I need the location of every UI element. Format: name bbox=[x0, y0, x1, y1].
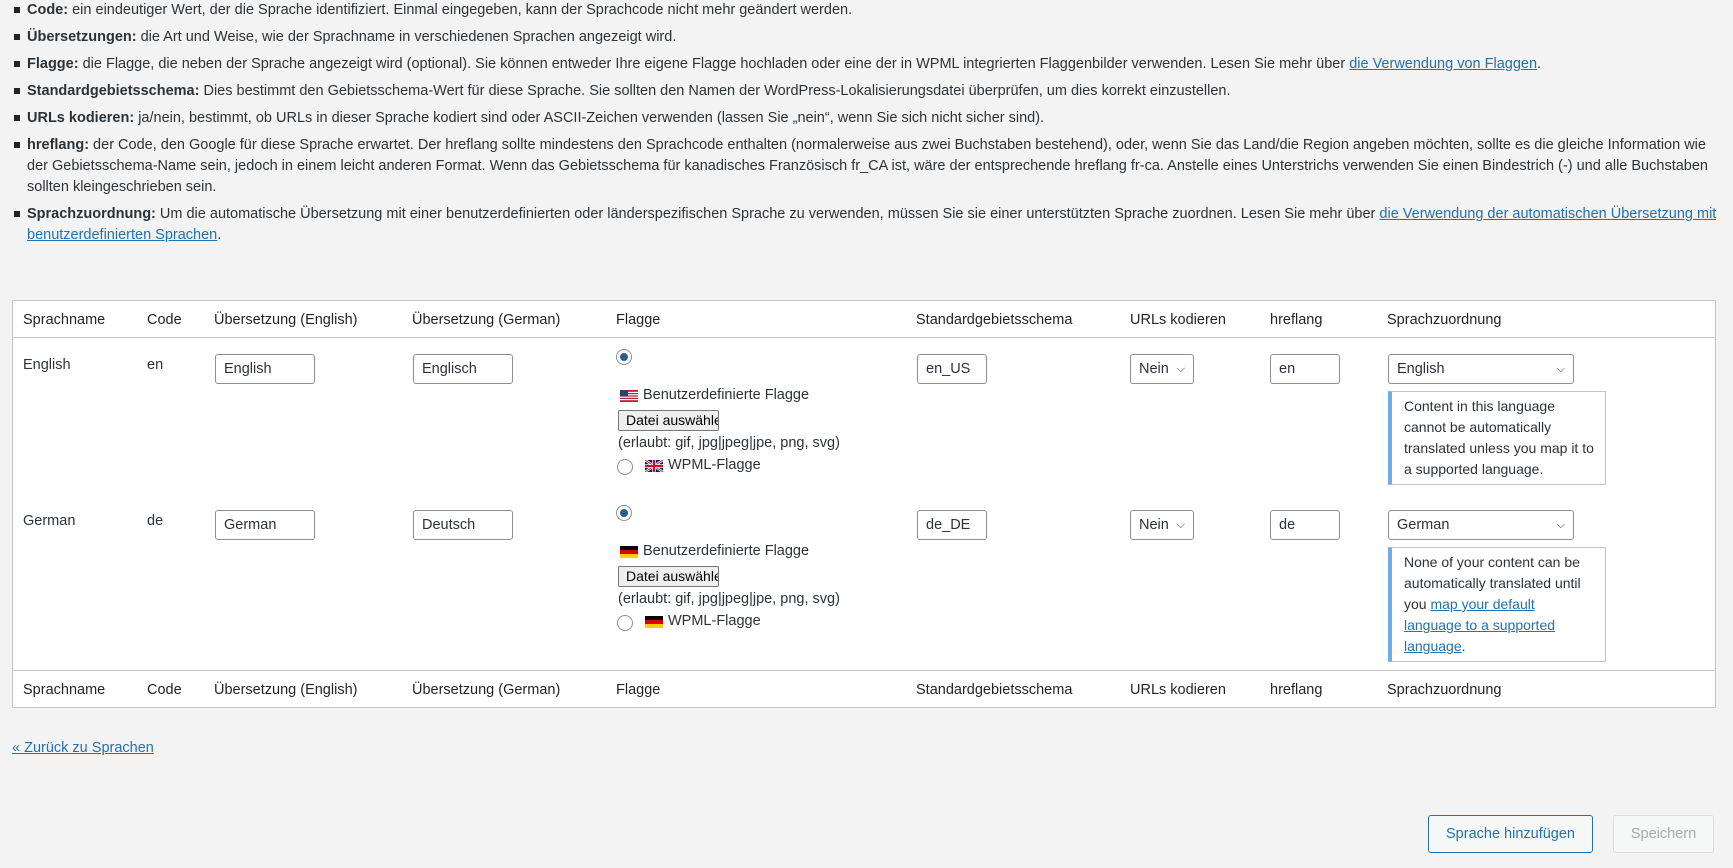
chevron-down-icon: ⌵ bbox=[1556, 363, 1565, 375]
language-mapping-select[interactable]: German ⌵ bbox=[1388, 510, 1574, 540]
col-code: Code bbox=[147, 312, 182, 328]
save-button[interactable]: Speichern bbox=[1613, 815, 1714, 853]
col-name: Sprachname bbox=[23, 312, 106, 328]
chevron-down-icon: ⌵ bbox=[1176, 363, 1185, 375]
hreflang-input[interactable] bbox=[1270, 354, 1340, 384]
us-flag-icon bbox=[620, 390, 638, 402]
col-locale: Standardgebietsschema bbox=[916, 682, 1073, 698]
wpml-flag-radio[interactable] bbox=[617, 459, 633, 475]
mapping-notice: Content in this language cannot be autom… bbox=[1388, 391, 1606, 485]
col-mapping: Sprachzuordnung bbox=[1387, 682, 1502, 698]
custom-flag-radio[interactable] bbox=[616, 349, 632, 365]
help-item-translations: Übersetzungen: die Art und Weise, wie de… bbox=[12, 27, 1722, 48]
add-language-button[interactable]: Sprache hinzufügen bbox=[1428, 815, 1593, 853]
choose-file-button[interactable]: Datei auswählen bbox=[618, 410, 719, 431]
col-name: Sprachname bbox=[23, 682, 106, 698]
locale-input[interactable] bbox=[917, 354, 987, 384]
choose-file-button[interactable]: Datei auswählen bbox=[618, 566, 719, 587]
de-flag-icon bbox=[620, 546, 638, 558]
languages-table: Sprachname Code Übersetzung (English) Üb… bbox=[12, 300, 1716, 708]
help-item-flag: Flagge: die Flagge, die neben der Sprach… bbox=[12, 54, 1722, 75]
col-trans-en: Übersetzung (English) bbox=[214, 682, 358, 698]
language-edit-page: Code: ein eindeutiger Wert, der die Spra… bbox=[0, 0, 1733, 868]
wpml-flag-label: WPML-Flagge bbox=[668, 457, 761, 473]
col-mapping: Sprachzuordnung bbox=[1387, 312, 1502, 328]
back-to-languages-link[interactable]: « Zurück zu Sprachen bbox=[12, 740, 154, 756]
col-hreflang: hreflang bbox=[1270, 682, 1323, 698]
col-locale: Standardgebietsschema bbox=[916, 312, 1073, 328]
col-hreflang: hreflang bbox=[1270, 312, 1323, 328]
translation-german-input[interactable] bbox=[413, 354, 513, 384]
chevron-down-icon: ⌵ bbox=[1556, 519, 1565, 531]
col-flag: Flagge bbox=[616, 682, 661, 698]
custom-flag-radio[interactable] bbox=[616, 505, 632, 521]
col-trans-en: Übersetzung (English) bbox=[214, 312, 358, 328]
col-trans-de: Übersetzung (German) bbox=[412, 682, 561, 698]
table-row-english: English en Benutzerdefinierte Flagge Dat… bbox=[13, 338, 1715, 494]
table-header: Sprachname Code Übersetzung (English) Üb… bbox=[13, 301, 1715, 338]
language-mapping-select[interactable]: English ⌵ bbox=[1388, 354, 1574, 384]
language-name: German bbox=[23, 513, 76, 529]
encode-urls-select[interactable]: Nein ⌵ bbox=[1130, 354, 1194, 384]
allowed-formats: (erlaubt: gif, jpg|jpeg|jpe, png, svg) bbox=[618, 435, 840, 451]
help-list: Code: ein eindeutiger Wert, der die Spra… bbox=[12, 0, 1722, 252]
wpml-flag-radio[interactable] bbox=[617, 615, 633, 631]
locale-input[interactable] bbox=[917, 510, 987, 540]
custom-flag-label: Benutzerdefinierte Flagge bbox=[643, 543, 810, 559]
allowed-formats: (erlaubt: gif, jpg|jpeg|jpe, png, svg) bbox=[618, 591, 840, 607]
table-footer: Sprachname Code Übersetzung (English) Üb… bbox=[13, 670, 1715, 707]
hreflang-input[interactable] bbox=[1270, 510, 1340, 540]
translation-german-input[interactable] bbox=[413, 510, 513, 540]
mapping-notice: None of your content can be automaticall… bbox=[1388, 547, 1606, 662]
col-flag: Flagge bbox=[616, 312, 661, 328]
help-item-hreflang: hreflang: der Code, den Google für diese… bbox=[12, 135, 1722, 198]
table-row-german: German de Benutzerdefinierte Flagge Date… bbox=[13, 494, 1715, 662]
de-flag-icon bbox=[645, 616, 663, 628]
uk-flag-icon bbox=[645, 460, 663, 472]
col-encode: URLs kodieren bbox=[1130, 312, 1226, 328]
encode-urls-select[interactable]: Nein ⌵ bbox=[1130, 510, 1194, 540]
col-code: Code bbox=[147, 682, 182, 698]
language-name: English bbox=[23, 357, 71, 373]
help-item-encode: URLs kodieren: ja/nein, bestimmt, ob URL… bbox=[12, 108, 1722, 129]
col-trans-de: Übersetzung (German) bbox=[412, 312, 561, 328]
language-code: de bbox=[147, 513, 164, 529]
chevron-down-icon: ⌵ bbox=[1176, 519, 1185, 531]
custom-flag-label: Benutzerdefinierte Flagge bbox=[643, 387, 810, 403]
translation-english-input[interactable] bbox=[215, 354, 315, 384]
col-encode: URLs kodieren bbox=[1130, 682, 1226, 698]
help-item-mapping: Sprachzuordnung: Um die automatische Übe… bbox=[12, 204, 1722, 246]
translation-english-input[interactable] bbox=[215, 510, 315, 540]
flags-help-link[interactable]: die Verwendung von Flaggen bbox=[1349, 56, 1537, 72]
help-item-locale: Standardgebietsschema: Dies bestimmt den… bbox=[12, 81, 1722, 102]
language-code: en bbox=[147, 357, 164, 373]
help-item-code: Code: ein eindeutiger Wert, der die Spra… bbox=[12, 0, 1722, 21]
wpml-flag-label: WPML-Flagge bbox=[668, 613, 761, 629]
